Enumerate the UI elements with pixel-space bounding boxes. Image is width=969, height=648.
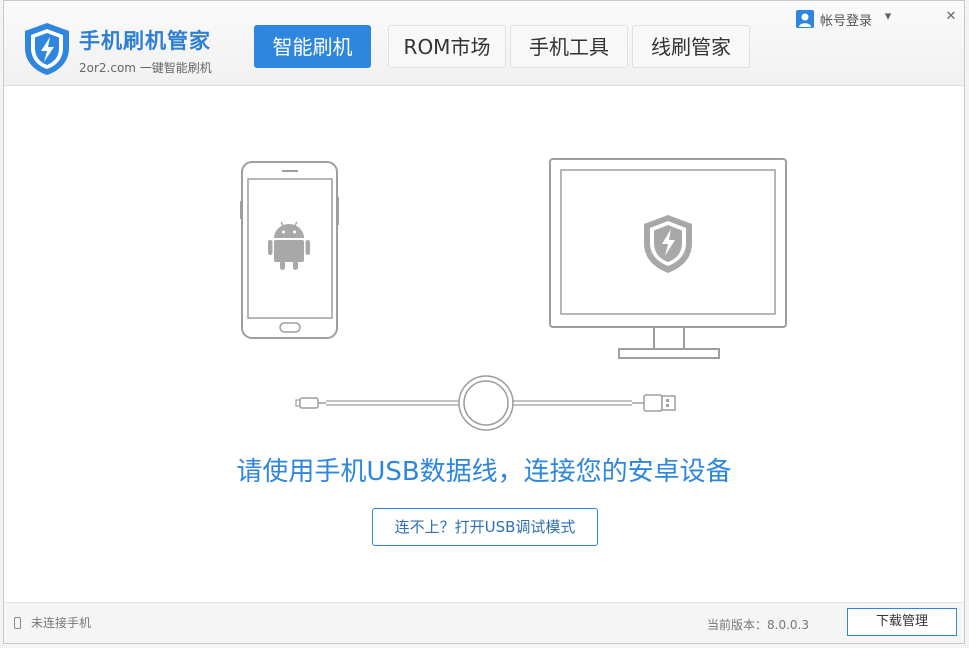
app-window: 手机刷机管家 2or2.com 一键智能刷机 智能刷机 ROM市场 手机工具 线… <box>3 0 965 644</box>
version-label: 当前版本：8.0.0.3 <box>707 618 809 632</box>
phone-status-icon <box>14 616 21 629</box>
connect-instruction: 请使用手机USB数据线，连接您的安卓设备 <box>236 457 732 487</box>
connection-status-label: 未连接手机 <box>31 616 92 630</box>
usb-cable-icon <box>295 375 676 431</box>
usb-debug-help-button[interactable]: 连不上？打开USB调试模式 <box>372 508 598 546</box>
download-manager-button[interactable]: 下载管理 <box>847 608 957 636</box>
connection-status: 未连接手机 <box>14 614 91 631</box>
monitor-icon <box>549 158 787 359</box>
status-bar: 未连接手机 当前版本：8.0.0.3 下载管理 <box>4 602 964 643</box>
